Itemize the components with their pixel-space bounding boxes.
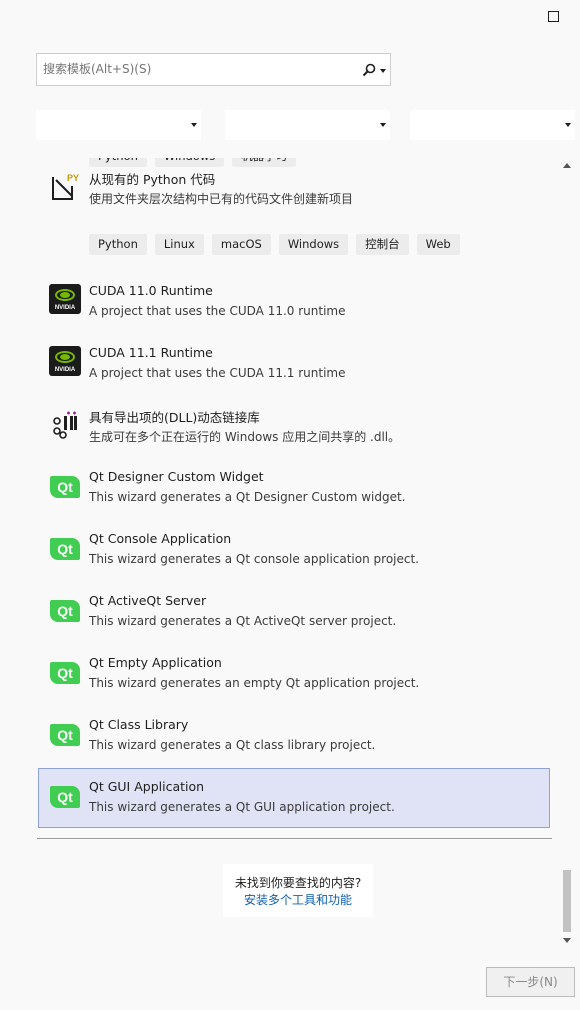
qt-icon: Qt (50, 538, 80, 560)
item-title: 具有导出项的(DLL)动态链接库 (89, 410, 260, 425)
tag: Python (89, 234, 147, 255)
list-item-cuda-11-0[interactable]: NVIDIA CUDA 11.0 Runtime A project that … (36, 272, 554, 334)
search-icon[interactable] (362, 63, 376, 80)
nvidia-icon: NVIDIA (49, 284, 81, 314)
search-box[interactable] (36, 53, 391, 86)
qt-icon: Qt (50, 476, 80, 498)
list-item-qt-designer-custom-widget[interactable]: Qt Qt Designer Custom Widget This wizard… (36, 458, 554, 520)
item-title: 从现有的 Python 代码 (89, 172, 216, 187)
tag: Web (416, 234, 460, 255)
list-item-python-existing-code[interactable]: PY 从现有的 Python 代码 使用文件夹层次结构中已有的代码文件创建新项目… (36, 158, 554, 272)
item-description: This wizard generates a Qt class library… (89, 738, 376, 752)
qt-icon: Qt (50, 724, 80, 746)
item-description: This wizard generates a Qt GUI applicati… (89, 800, 395, 814)
chevron-down-icon (565, 123, 571, 127)
search-input[interactable] (41, 61, 345, 77)
item-description: A project that uses the CUDA 11.0 runtim… (89, 304, 346, 318)
project-type-filter[interactable] (410, 110, 575, 140)
item-description: This wizard generates a Qt Designer Cust… (89, 490, 406, 504)
tag: Linux (154, 234, 204, 255)
next-button[interactable]: 下一步(N) (486, 967, 575, 997)
list-item-qt-activeqt-server[interactable]: Qt Qt ActiveQt Server This wizard genera… (36, 582, 554, 644)
item-description: This wizard generates a Qt ActiveQt serv… (89, 614, 397, 628)
scroll-down-icon[interactable] (563, 938, 571, 943)
item-title: CUDA 11.0 Runtime (89, 283, 213, 298)
qt-icon: Qt (50, 786, 80, 808)
chevron-down-icon (191, 123, 197, 127)
list-item-qt-gui-application[interactable]: Qt Qt GUI Application This wizard genera… (38, 768, 550, 828)
language-filter[interactable] (36, 110, 201, 140)
list-item-qt-console-application[interactable]: Qt Qt Console Application This wizard ge… (36, 520, 554, 582)
list-item-qt-class-library[interactable]: Qt Qt Class Library This wizard generate… (36, 706, 554, 768)
item-description: 生成可在多个正在运行的 Windows 应用之间共享的 .dll。 (89, 430, 401, 444)
item-title: CUDA 11.1 Runtime (89, 345, 213, 360)
platform-filter[interactable] (225, 110, 390, 140)
tag: 控制台 (356, 234, 409, 255)
template-list[interactable]: Python Windows 机器学习 PY 从现有的 Python 代码 使用… (36, 158, 554, 830)
maximize-button[interactable] (548, 11, 559, 22)
qt-icon: Qt (50, 662, 80, 684)
scroll-up-icon[interactable] (563, 163, 571, 168)
item-title: Qt Console Application (89, 531, 232, 546)
item-description: 使用文件夹层次结构中已有的代码文件创建新项目 (89, 192, 354, 206)
install-tools-link[interactable]: 安装多个工具和功能 (223, 891, 373, 908)
item-title: Qt Class Library (89, 717, 189, 732)
item-description: A project that uses the CUDA 11.1 runtim… (89, 366, 346, 380)
list-item-dll[interactable]: 具有导出项的(DLL)动态链接库 生成可在多个正在运行的 Windows 应用之… (36, 396, 554, 458)
item-description: This wizard generates a Qt console appli… (89, 552, 419, 566)
divider (37, 838, 552, 839)
help-question: 未找到你要查找的内容? (234, 876, 362, 890)
scroll-thumb[interactable] (563, 870, 571, 932)
scrollbar[interactable] (560, 158, 574, 948)
nvidia-icon: NVIDIA (49, 346, 81, 376)
chevron-down-icon[interactable] (380, 69, 386, 73)
list-item-qt-empty-application[interactable]: Qt Qt Empty Application This wizard gene… (36, 644, 554, 706)
tag: macOS (211, 234, 271, 255)
item-title: Qt ActiveQt Server (89, 593, 207, 608)
item-description: This wizard generates an empty Qt applic… (89, 676, 420, 690)
qt-icon: Qt (50, 600, 80, 622)
item-title: Qt Designer Custom Widget (89, 469, 264, 484)
python-badge: PY (67, 173, 79, 183)
item-title: Qt Empty Application (89, 655, 222, 670)
item-title: Qt GUI Application (89, 779, 205, 794)
chevron-down-icon (380, 123, 386, 127)
list-item-cuda-11-1[interactable]: NVIDIA CUDA 11.1 Runtime A project that … (36, 334, 554, 396)
dll-icon (50, 410, 80, 440)
help-box: 未找到你要查找的内容? 安装多个工具和功能 (223, 864, 373, 917)
tag: Windows (278, 234, 349, 255)
python-existing-code-icon: PY (50, 172, 80, 202)
tag-list: Python Linux macOS Windows 控制台 Web (89, 234, 460, 255)
